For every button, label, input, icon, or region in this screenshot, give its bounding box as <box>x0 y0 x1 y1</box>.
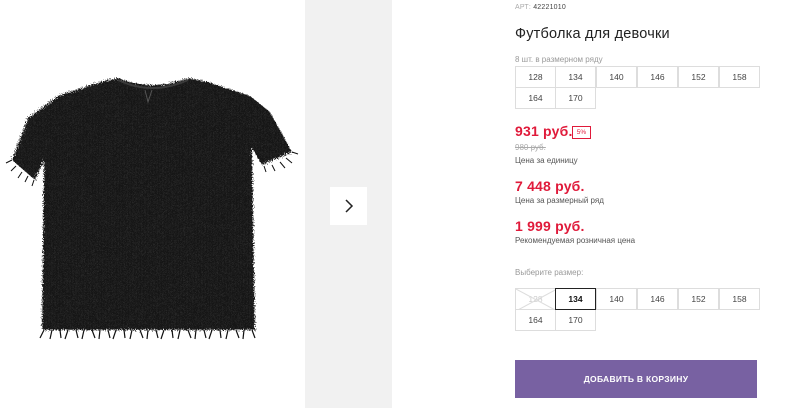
size-range-cell: 152 <box>678 66 719 88</box>
sku-label: АРТ: <box>515 4 532 11</box>
gallery-next-button[interactable] <box>330 187 367 225</box>
unit-price: 931 руб. <box>515 123 573 139</box>
retail-price-note: Рекомендуемая розничная цена <box>515 236 636 245</box>
size-range-grid: 128 134 140 146 152 158 164 170 <box>515 66 761 109</box>
size-option-label: 158 <box>732 294 747 304</box>
size-option[interactable]: 152 <box>678 288 719 310</box>
size-option[interactable]: 146 <box>637 288 678 310</box>
size-range-cell: 164 <box>515 87 556 109</box>
size-range-cell: 158 <box>719 66 760 88</box>
chevron-right-icon <box>344 199 353 213</box>
size-option-unavailable: 128 <box>515 288 557 311</box>
size-range-cell: 140 <box>596 66 637 88</box>
size-range-cell: 170 <box>555 87 596 109</box>
tshirt-image <box>5 78 299 340</box>
size-range-cell: 146 <box>637 66 678 88</box>
old-price: 980 руб. <box>515 143 546 152</box>
size-option[interactable]: 158 <box>719 288 760 310</box>
size-select-grid: 128 134 140 146 152 158 164 170 <box>515 288 761 331</box>
sku: АРТ: 42221010 <box>515 4 566 11</box>
product-title: Футболка для девочки <box>515 26 670 42</box>
size-option-label: 134 <box>568 294 583 304</box>
size-option-label: 170 <box>568 315 583 325</box>
size-option[interactable]: 140 <box>596 288 637 310</box>
size-range-note: 8 шт. в размерном ряду <box>515 55 603 64</box>
size-range-cell: 128 <box>515 66 556 88</box>
choose-size-label: Выберите размер: <box>515 268 584 277</box>
unavailable-cross-icon <box>516 289 557 311</box>
sku-value: 42221010 <box>533 4 566 11</box>
unit-price-note: Цена за единицу <box>515 156 578 165</box>
size-option-label: 146 <box>650 294 665 304</box>
range-price: 7 448 руб. <box>515 178 585 194</box>
size-option[interactable]: 164 <box>515 309 556 331</box>
discount-badge: 5% <box>572 126 591 139</box>
add-to-cart-button[interactable]: ДОБАВИТЬ В КОРЗИНУ <box>515 360 757 398</box>
size-option-label: 152 <box>691 294 706 304</box>
size-option-selected[interactable]: 134 <box>555 288 596 310</box>
size-option-label: 140 <box>609 294 624 304</box>
retail-price: 1 999 руб. <box>515 218 585 234</box>
size-range-cell: 134 <box>555 66 596 88</box>
product-image <box>0 0 305 408</box>
size-option-label: 164 <box>528 315 543 325</box>
range-price-note: Цена за размерный ряд <box>515 196 604 205</box>
size-option[interactable]: 170 <box>555 309 596 331</box>
